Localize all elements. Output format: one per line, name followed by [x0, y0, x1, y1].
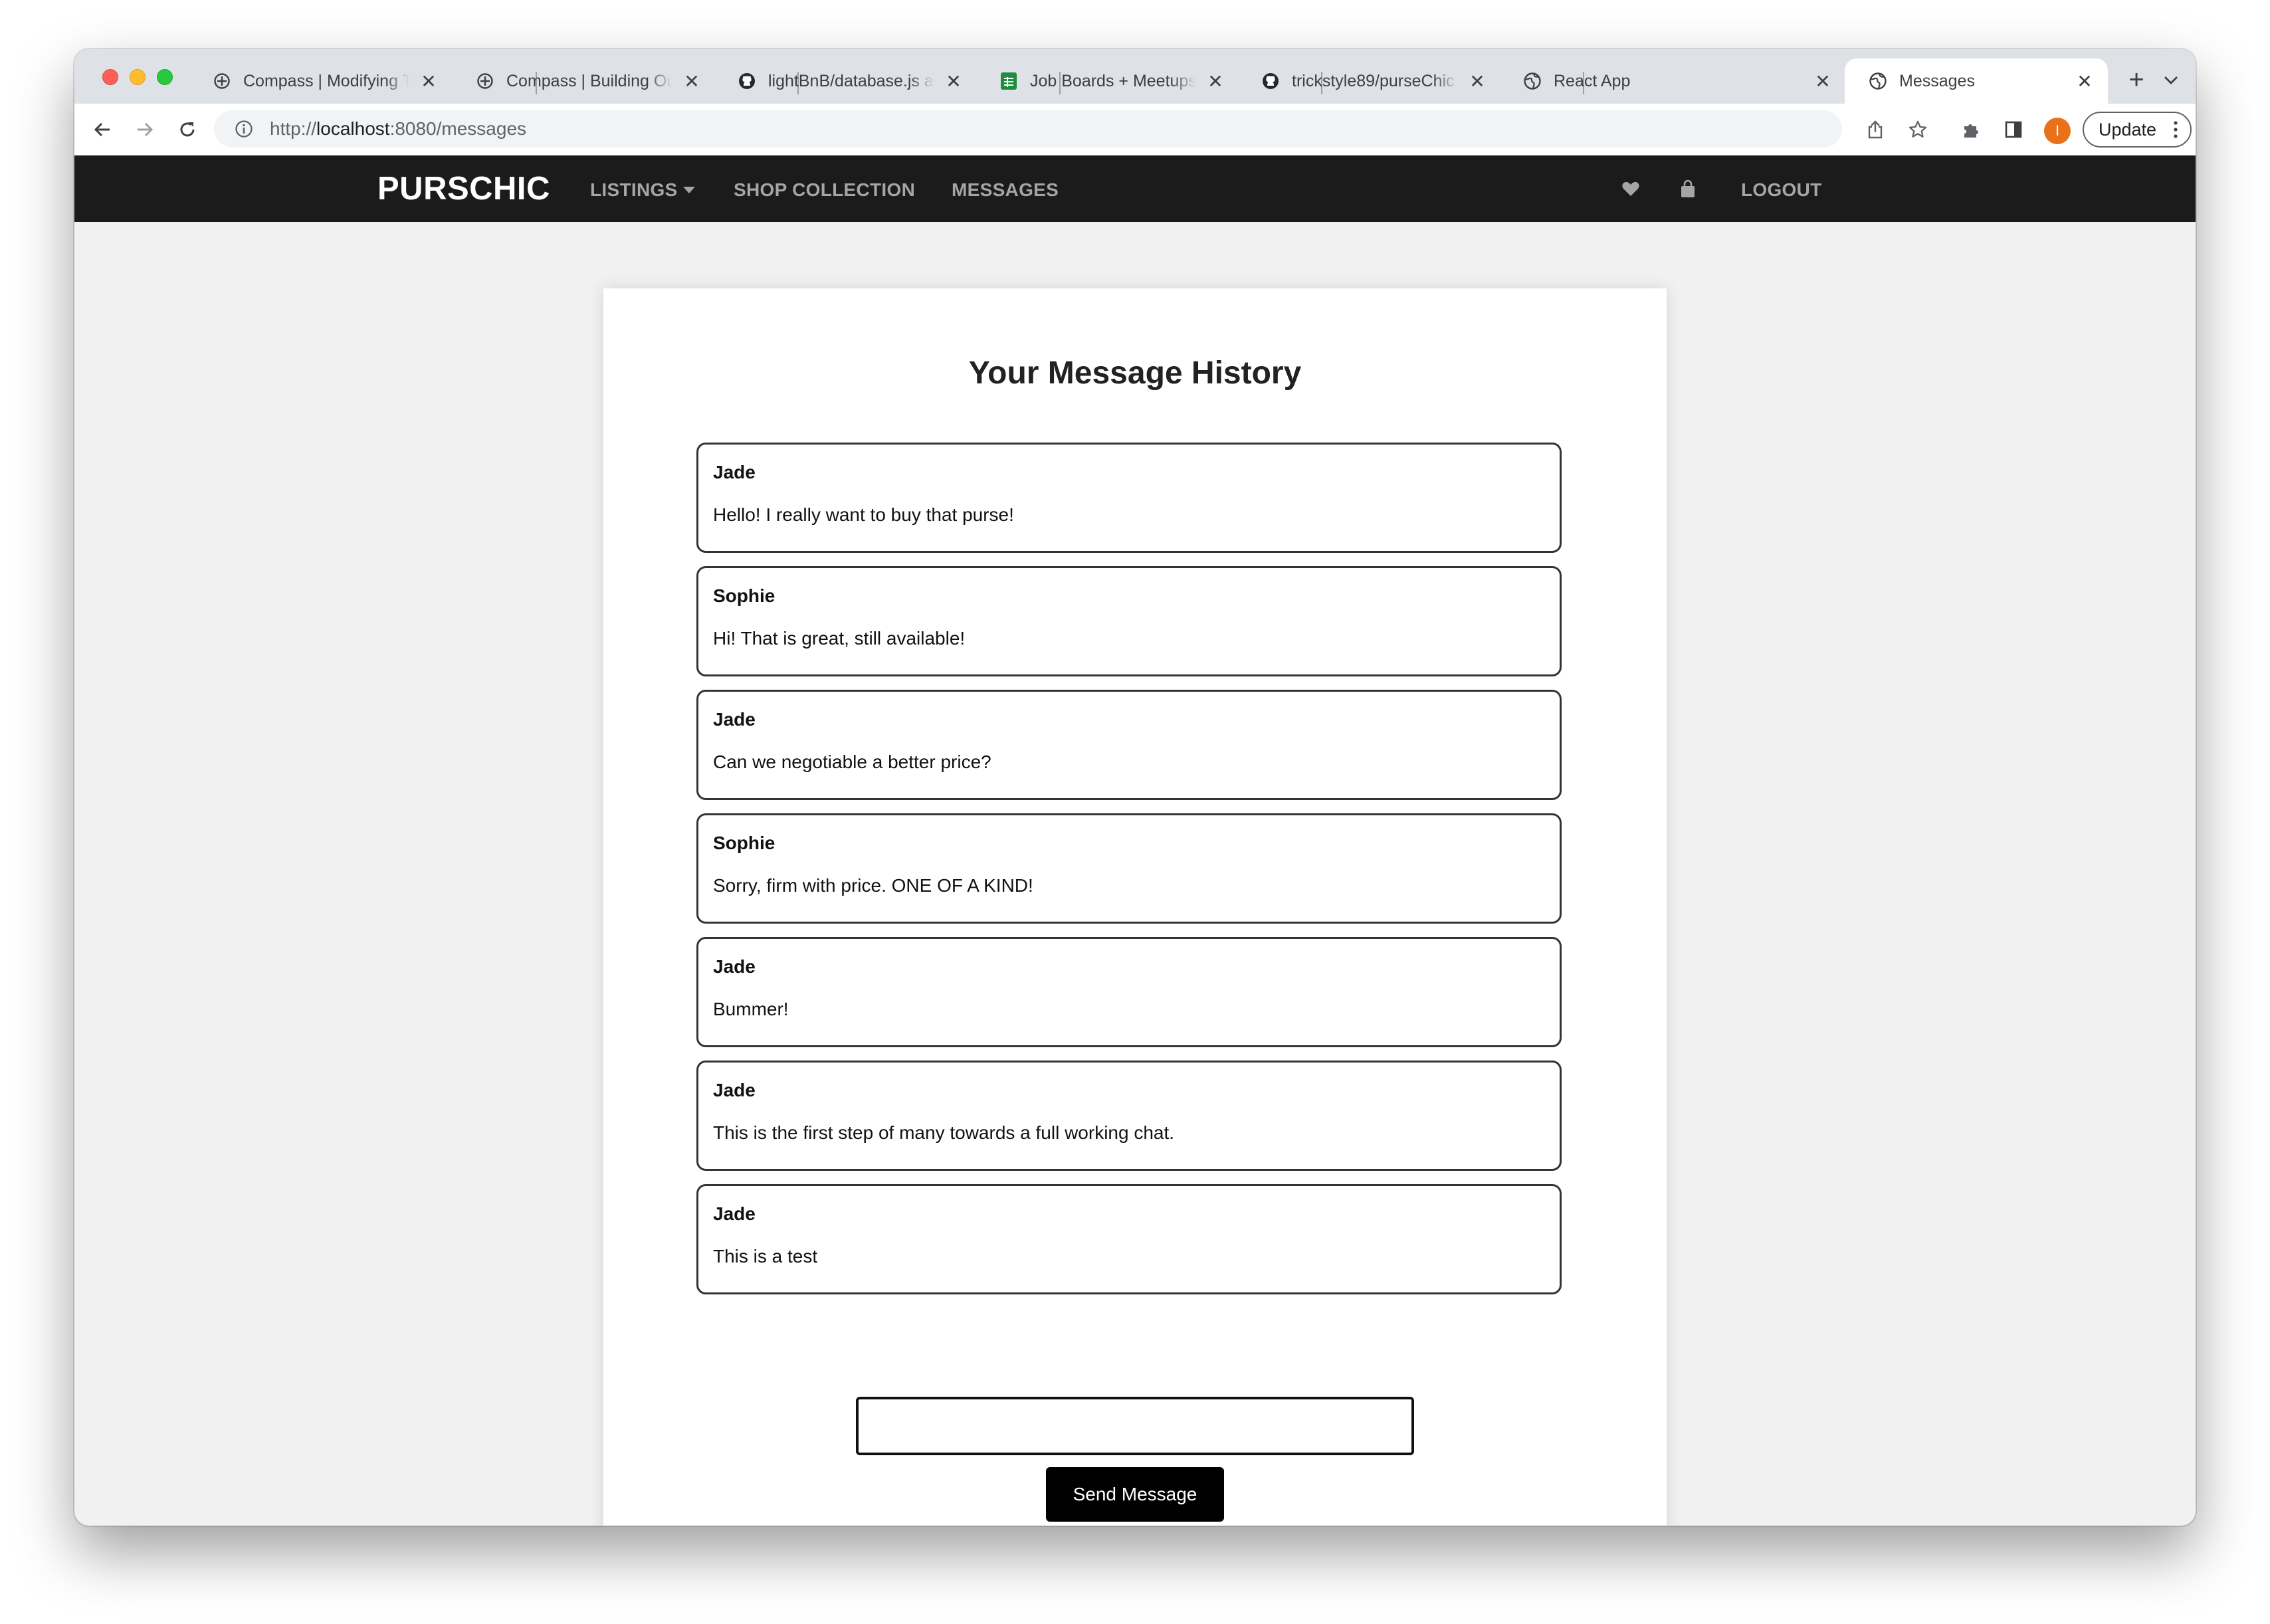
browser-tab-active[interactable]: Messages ✕ [1845, 58, 2108, 104]
reload-icon[interactable] [173, 115, 202, 144]
message-item: Sophie Sorry, firm with price. ONE OF A … [696, 813, 1562, 924]
browser-tab[interactable]: React App ✕ [1499, 58, 1846, 104]
window-controls [102, 69, 173, 85]
close-icon[interactable]: ✕ [944, 71, 964, 92]
nav-listings-dropdown[interactable]: LISTINGS [590, 179, 695, 201]
new-tab-button[interactable]: + [2122, 65, 2151, 94]
message-list: Jade Hello! I really want to buy that pu… [696, 443, 1562, 1308]
info-icon[interactable] [234, 119, 254, 139]
message-item: Jade Can we negotiable a better price? [696, 690, 1562, 800]
message-item: Sophie Hi! That is great, still availabl… [696, 566, 1562, 676]
close-icon[interactable]: ✕ [682, 71, 702, 92]
extensions-puzzle-icon[interactable] [1956, 115, 1986, 144]
browser-tab[interactable]: trickstyle89/purseChic ✕ [1237, 58, 1500, 104]
maximize-window-button[interactable] [157, 69, 173, 85]
more-vertical-icon[interactable] [2173, 120, 2178, 144]
send-message-button[interactable]: Send Message [1046, 1467, 1224, 1522]
message-input[interactable] [856, 1397, 1414, 1455]
nav-messages[interactable]: MESSAGES [952, 179, 1059, 201]
browser-tab[interactable]: Job Boards + Meetups ✕ [976, 58, 1239, 104]
message-history-card: Your Message History Jade Hello! I reall… [603, 288, 1667, 1526]
compass-icon [476, 72, 494, 90]
minimize-window-button[interactable] [130, 69, 146, 85]
nav-logout[interactable]: LOGOUT [1741, 179, 1822, 201]
close-icon[interactable]: ✕ [1205, 71, 1225, 92]
message-item: Jade Hello! I really want to buy that pu… [696, 443, 1562, 553]
browser-window: Compass | Modifying Ti ✕ Compass | Build… [74, 49, 2196, 1526]
github-icon [738, 72, 756, 90]
message-text: This is a test [713, 1246, 818, 1267]
message-sender: Jade [713, 1080, 756, 1100]
message-item: Jade This is the first step of many towa… [696, 1061, 1562, 1171]
nav-shop-collection[interactable]: SHOP COLLECTION [734, 179, 915, 201]
message-item: Jade This is a test [696, 1184, 1562, 1294]
share-icon[interactable] [1861, 115, 1890, 144]
site-navbar: PURSCHIC LISTINGS SHOP COLLECTION MESSAG… [74, 155, 2196, 222]
update-button[interactable]: Update [2083, 112, 2192, 148]
tab-title: trickstyle89/purseChic [1292, 71, 1455, 90]
update-label: Update [2099, 119, 2157, 140]
message-text: Hello! I really want to buy that purse! [713, 504, 1014, 525]
tab-title: Compass | Building Our [506, 71, 672, 90]
close-icon[interactable]: ✕ [419, 71, 439, 92]
close-icon[interactable]: ✕ [1467, 71, 1487, 92]
heart-icon[interactable] [1620, 178, 1641, 199]
message-sender: Jade [713, 462, 756, 482]
close-icon[interactable]: ✕ [2075, 71, 2095, 92]
url-host: localhost [316, 118, 390, 139]
message-sender: Sophie [713, 833, 775, 853]
url-scheme: http:// [270, 118, 317, 139]
caret-down-icon [682, 186, 695, 193]
message-text: Hi! That is great, still available! [713, 628, 966, 649]
message-text: Bummer! [713, 999, 789, 1019]
tab-title: Job Boards + Meetups [1030, 71, 1196, 90]
message-text: Can we negotiable a better price? [713, 752, 991, 772]
page-title: Your Message History [968, 355, 1302, 391]
tab-title: Messages [1899, 71, 1975, 90]
message-text: This is the first step of many towards a… [713, 1122, 1175, 1143]
forward-arrow-icon[interactable] [130, 115, 159, 144]
shopping-bag-icon[interactable] [1677, 178, 1699, 199]
github-icon [1261, 72, 1280, 90]
message-sender: Sophie [713, 585, 775, 606]
message-text: Sorry, firm with price. ONE OF A KIND! [713, 875, 1033, 896]
address-bar[interactable]: http://localhost:8080/messages [214, 110, 1842, 148]
brand-logo[interactable]: PURSCHIC [377, 170, 550, 207]
browser-tab[interactable]: lightBnB/database.js at ✕ [714, 58, 977, 104]
close-icon[interactable]: ✕ [1813, 71, 1833, 92]
nav-listings-label: LISTINGS [590, 179, 678, 200]
globe-icon [1869, 72, 1887, 90]
sheets-icon [999, 72, 1018, 90]
tab-title: React App [1554, 71, 1631, 90]
compass-icon [213, 72, 231, 90]
bookmark-star-icon[interactable] [1903, 115, 1932, 144]
url-path: :8080/messages [389, 118, 527, 139]
message-sender: Jade [713, 709, 756, 730]
back-arrow-icon[interactable] [88, 115, 117, 144]
close-window-button[interactable] [102, 69, 118, 85]
globe-icon [1523, 72, 1542, 90]
tab-search-chevron-icon[interactable] [2157, 66, 2185, 94]
browser-tab[interactable]: Compass | Modifying Ti ✕ [189, 58, 452, 104]
browser-tab[interactable]: Compass | Building Our ✕ [452, 58, 715, 104]
message-sender: Jade [713, 956, 756, 977]
tab-title: lightBnB/database.js at [768, 71, 934, 90]
message-sender: Jade [713, 1203, 756, 1224]
message-item: Jade Bummer! [696, 937, 1562, 1047]
side-panel-icon[interactable] [1999, 115, 2028, 144]
browser-toolbar: http://localhost:8080/messages I Update [74, 104, 2196, 155]
tab-title: Compass | Modifying Ti [243, 71, 409, 90]
profile-avatar[interactable]: I [2044, 118, 2071, 144]
tab-strip: Compass | Modifying Ti ✕ Compass | Build… [74, 49, 2196, 104]
